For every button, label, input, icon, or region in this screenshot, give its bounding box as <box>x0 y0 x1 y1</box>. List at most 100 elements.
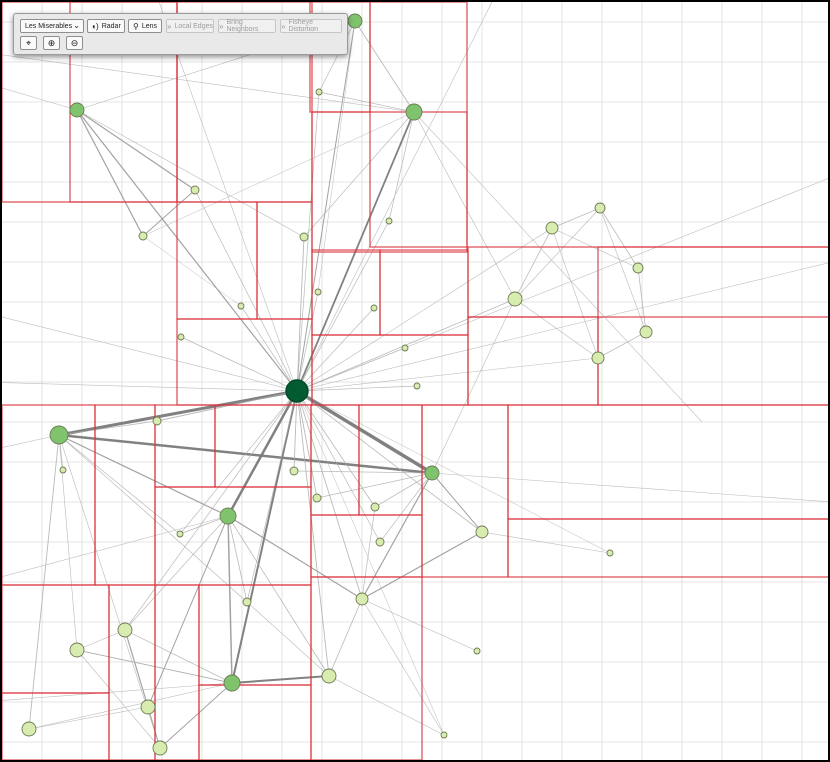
graph-edge <box>231 675 330 684</box>
graph-edge <box>124 629 149 708</box>
graph-node[interactable] <box>237 302 245 310</box>
bring-neighbors-button-label: Bring Neighbors <box>226 19 259 33</box>
graph-edge <box>379 472 433 543</box>
graph-node[interactable] <box>223 674 241 692</box>
graph-edge <box>481 531 611 554</box>
partition-rect <box>310 576 423 760</box>
graph-edge <box>227 515 233 684</box>
graph-node[interactable] <box>59 466 67 474</box>
graph-node[interactable] <box>21 721 37 737</box>
graph-node[interactable] <box>424 465 440 481</box>
graph-edge <box>328 675 445 736</box>
graph-edge <box>158 2 298 392</box>
double-chevron-icon: » <box>281 21 286 31</box>
graph-node[interactable] <box>69 642 85 658</box>
graph-edge <box>58 420 158 436</box>
recenter-button[interactable]: ⌖ <box>20 36 37 50</box>
graph-node[interactable] <box>545 221 559 235</box>
graph-node[interactable] <box>49 425 69 445</box>
graph-edge <box>28 682 233 730</box>
zoom-out-icon: ⊖ <box>70 37 79 48</box>
graph-node[interactable] <box>69 102 85 118</box>
graph-node[interactable] <box>140 699 156 715</box>
dataset-select-label: Les Miserables <box>25 22 73 30</box>
graph-edge <box>142 235 242 307</box>
graph-edge <box>124 515 229 631</box>
graph-node[interactable] <box>594 202 606 214</box>
lens-button[interactable]: ⚲ Lens <box>128 19 162 33</box>
double-chevron-icon: » <box>219 21 224 31</box>
graph-view[interactable]: Les Miserables ⌄ ◖) Radar ⚲ Lens » Local… <box>0 0 830 762</box>
radar-button[interactable]: ◖) Radar <box>87 19 125 33</box>
graph-edge <box>388 111 415 222</box>
graph-edge <box>413 111 516 300</box>
graph-node[interactable] <box>347 13 363 29</box>
partition-rect <box>198 684 312 760</box>
partition-rect <box>369 2 468 248</box>
fisheye-distortion-button[interactable]: » Fisheye Distortion <box>280 19 342 33</box>
graph-edge <box>246 390 298 603</box>
graph-edge <box>76 109 298 392</box>
graph-node[interactable] <box>321 668 337 684</box>
graph-node[interactable] <box>413 382 421 390</box>
partition-rect <box>176 201 258 320</box>
graph-edge <box>303 111 415 238</box>
graph-node[interactable] <box>315 88 323 96</box>
graph-edge <box>296 178 828 392</box>
graph-node[interactable] <box>176 530 184 538</box>
search-icon: ⚲ <box>132 21 139 31</box>
partition-rect <box>311 334 469 406</box>
graph-edge <box>514 227 553 300</box>
graph-node[interactable] <box>314 288 322 296</box>
zoom-in-icon: ⊕ <box>47 37 56 48</box>
graph-node[interactable] <box>370 304 378 312</box>
graph-node[interactable] <box>370 502 380 512</box>
graph-edge <box>296 390 376 508</box>
local-edges-button-label: Local Edges <box>174 22 213 30</box>
graph-node[interactable] <box>375 537 385 547</box>
graph-node[interactable] <box>591 351 605 365</box>
graph-node[interactable] <box>440 731 448 739</box>
graph-node[interactable] <box>190 185 200 195</box>
graph-node[interactable] <box>639 325 653 339</box>
graph-node[interactable] <box>312 493 322 503</box>
graph-node[interactable] <box>355 592 369 606</box>
graph-node[interactable] <box>401 344 409 352</box>
chevron-down-icon: ⌄ <box>73 21 80 30</box>
graph-node[interactable] <box>152 740 168 756</box>
partition-rect <box>2 584 110 694</box>
zoom-out-button[interactable]: ⊖ <box>66 36 83 50</box>
graph-edge <box>227 515 363 600</box>
graph-node[interactable] <box>606 549 614 557</box>
graph-edge <box>431 298 516 474</box>
graph-node[interactable] <box>219 507 237 525</box>
graph-edge <box>147 515 229 708</box>
graph-node[interactable] <box>177 333 185 341</box>
graph-node[interactable] <box>289 466 299 476</box>
local-edges-button[interactable]: » Local Edges <box>166 19 214 33</box>
graph-node[interactable] <box>152 416 162 426</box>
graph-node[interactable] <box>507 291 523 307</box>
graph-node[interactable] <box>475 525 489 539</box>
dataset-select[interactable]: Les Miserables ⌄ <box>20 19 84 33</box>
graph-node[interactable] <box>385 217 393 225</box>
graph-node[interactable] <box>138 231 148 241</box>
graph-node[interactable] <box>632 262 644 274</box>
node-layer <box>21 13 653 756</box>
graph-edge <box>227 515 248 603</box>
bring-neighbors-button[interactable]: » Bring Neighbors <box>218 19 276 33</box>
graph-edge <box>2 515 229 577</box>
graph-node[interactable] <box>473 647 481 655</box>
network-canvas[interactable] <box>2 2 828 760</box>
partition-rect <box>214 404 312 488</box>
graph-node[interactable] <box>405 103 423 121</box>
graph-node[interactable] <box>299 232 309 242</box>
graph-edge <box>431 472 828 503</box>
zoom-in-button[interactable]: ⊕ <box>43 36 60 50</box>
graph-edge <box>246 601 330 677</box>
graph-node[interactable] <box>117 622 133 638</box>
graph-edge <box>159 682 233 749</box>
graph-edge <box>76 109 144 237</box>
graph-node[interactable] <box>242 597 252 607</box>
graph-node-focus[interactable] <box>285 379 309 403</box>
